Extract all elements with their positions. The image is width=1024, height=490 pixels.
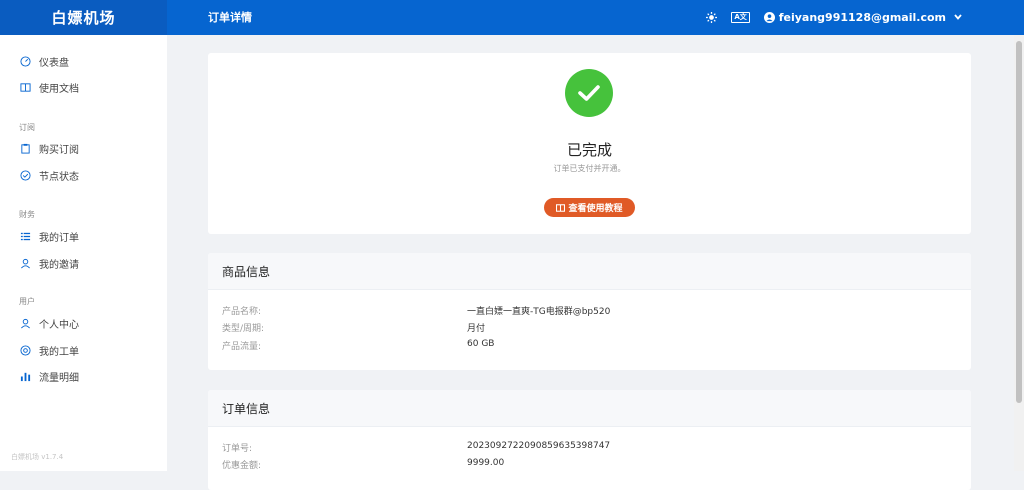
sidebar-item-docs[interactable]: 使用文档 <box>19 78 79 96</box>
book-icon <box>556 203 566 212</box>
section-finance: 财务 <box>19 210 35 219</box>
info-key: 类型/周期: <box>222 324 265 334</box>
sidebar-item-label: 节点状态 <box>39 171 79 183</box>
sidebar-item-my-invites[interactable]: 我的邀请 <box>19 254 79 272</box>
view-tutorial-label: 查看使用教程 <box>568 203 623 213</box>
info-row: 订单号: 2023092722090859635398747 <box>222 441 971 457</box>
page-title: 订单详情 <box>208 11 252 24</box>
sidebar-item-my-orders[interactable]: 我的订单 <box>19 227 79 245</box>
info-value: 一直白嫖一直爽-TG电报群@bp520 <box>467 307 611 317</box>
sidebar-item-traffic-detail[interactable]: 流量明细 <box>19 367 79 385</box>
dashboard-icon <box>19 55 31 67</box>
translate-icon[interactable]: A文 <box>731 12 750 23</box>
clipboard-icon <box>19 142 31 154</box>
sidebar-item-label: 仪表盘 <box>39 57 69 69</box>
status-subtitle: 订单已支付并开通。 <box>553 164 626 173</box>
book-icon <box>19 81 31 93</box>
user-icon <box>763 12 775 23</box>
check-circle-icon <box>19 169 31 181</box>
page-scrollbar[interactable] <box>1014 35 1024 471</box>
view-tutorial-button[interactable]: 查看使用教程 <box>544 198 635 217</box>
info-key: 产品流量: <box>222 342 262 352</box>
bar-chart-icon <box>19 370 31 382</box>
status-title: 已完成 <box>566 141 612 159</box>
brand-logo[interactable]: 白嫖机场 <box>0 0 167 35</box>
list-icon <box>19 230 31 242</box>
sidebar-item-label: 我的工单 <box>39 346 79 358</box>
product-info-card: 商品信息 产品名称: 一直白嫖一直爽-TG电报群@bp520 类型/周期: 月付… <box>208 253 971 370</box>
sidebar-item-buy-subscription[interactable]: 购买订阅 <box>19 139 79 157</box>
sidebar-item-label: 流量明细 <box>39 372 79 384</box>
user-icon <box>19 317 31 329</box>
theme-icon[interactable] <box>706 12 718 23</box>
info-row: 产品流量: 60 GB <box>222 339 971 355</box>
info-value: 2023092722090859635398747 <box>467 441 611 451</box>
sidebar-item-label: 购买订阅 <box>39 144 79 156</box>
info-row: 产品名称: 一直白嫖一直爽-TG电报群@bp520 <box>222 304 971 320</box>
section-user: 用户 <box>19 297 35 306</box>
info-value: 月付 <box>467 324 486 334</box>
info-row: 优惠金额: 9999.00 <box>222 458 971 474</box>
top-bar: 白嫖机场 订单详情 A文 feiyang991128@gmail.com <box>0 0 1024 35</box>
section-subscription: 订阅 <box>19 123 35 132</box>
info-key: 订单号: <box>222 444 253 454</box>
app-version: 白嫖机场 v1.7.4 <box>11 453 64 461</box>
order-info-card: 订单信息 订单号: 2023092722090859635398747 优惠金额… <box>208 390 971 490</box>
sidebar-item-label: 个人中心 <box>39 319 79 331</box>
support-icon <box>19 344 31 356</box>
user-email: feiyang991128@gmail.com <box>778 11 946 24</box>
sidebar-item-profile[interactable]: 个人中心 <box>19 314 79 332</box>
product-info-title: 商品信息 <box>208 253 971 290</box>
scrollbar-thumb[interactable] <box>1016 41 1022 403</box>
sidebar-item-node-status[interactable]: 节点状态 <box>19 166 79 184</box>
header-actions: A文 feiyang991128@gmail.com <box>706 0 962 35</box>
info-key: 产品名称: <box>222 307 262 317</box>
sidebar-item-my-tickets[interactable]: 我的工单 <box>19 341 79 359</box>
sidebar-item-label: 我的订单 <box>39 232 79 244</box>
user-menu[interactable]: feiyang991128@gmail.com <box>763 11 962 24</box>
check-icon <box>565 69 613 117</box>
chevron-down-icon <box>954 13 962 23</box>
order-info-title: 订单信息 <box>208 390 971 427</box>
info-value: 9999.00 <box>467 458 505 468</box>
order-status-card: 已完成 订单已支付并开通。 查看使用教程 <box>208 53 971 234</box>
info-row: 类型/周期: 月付 <box>222 321 971 337</box>
sidebar-item-label: 使用文档 <box>39 83 79 95</box>
sidebar: 仪表盘 使用文档 订阅 购买订阅 节点状态 财务 我的订单 我的邀请 用户 个人… <box>0 35 167 471</box>
users-icon <box>19 257 31 269</box>
info-value: 60 GB <box>467 339 495 349</box>
sidebar-item-label: 我的邀请 <box>39 259 79 271</box>
sidebar-item-dashboard[interactable]: 仪表盘 <box>19 52 69 70</box>
info-key: 优惠金额: <box>222 461 262 471</box>
